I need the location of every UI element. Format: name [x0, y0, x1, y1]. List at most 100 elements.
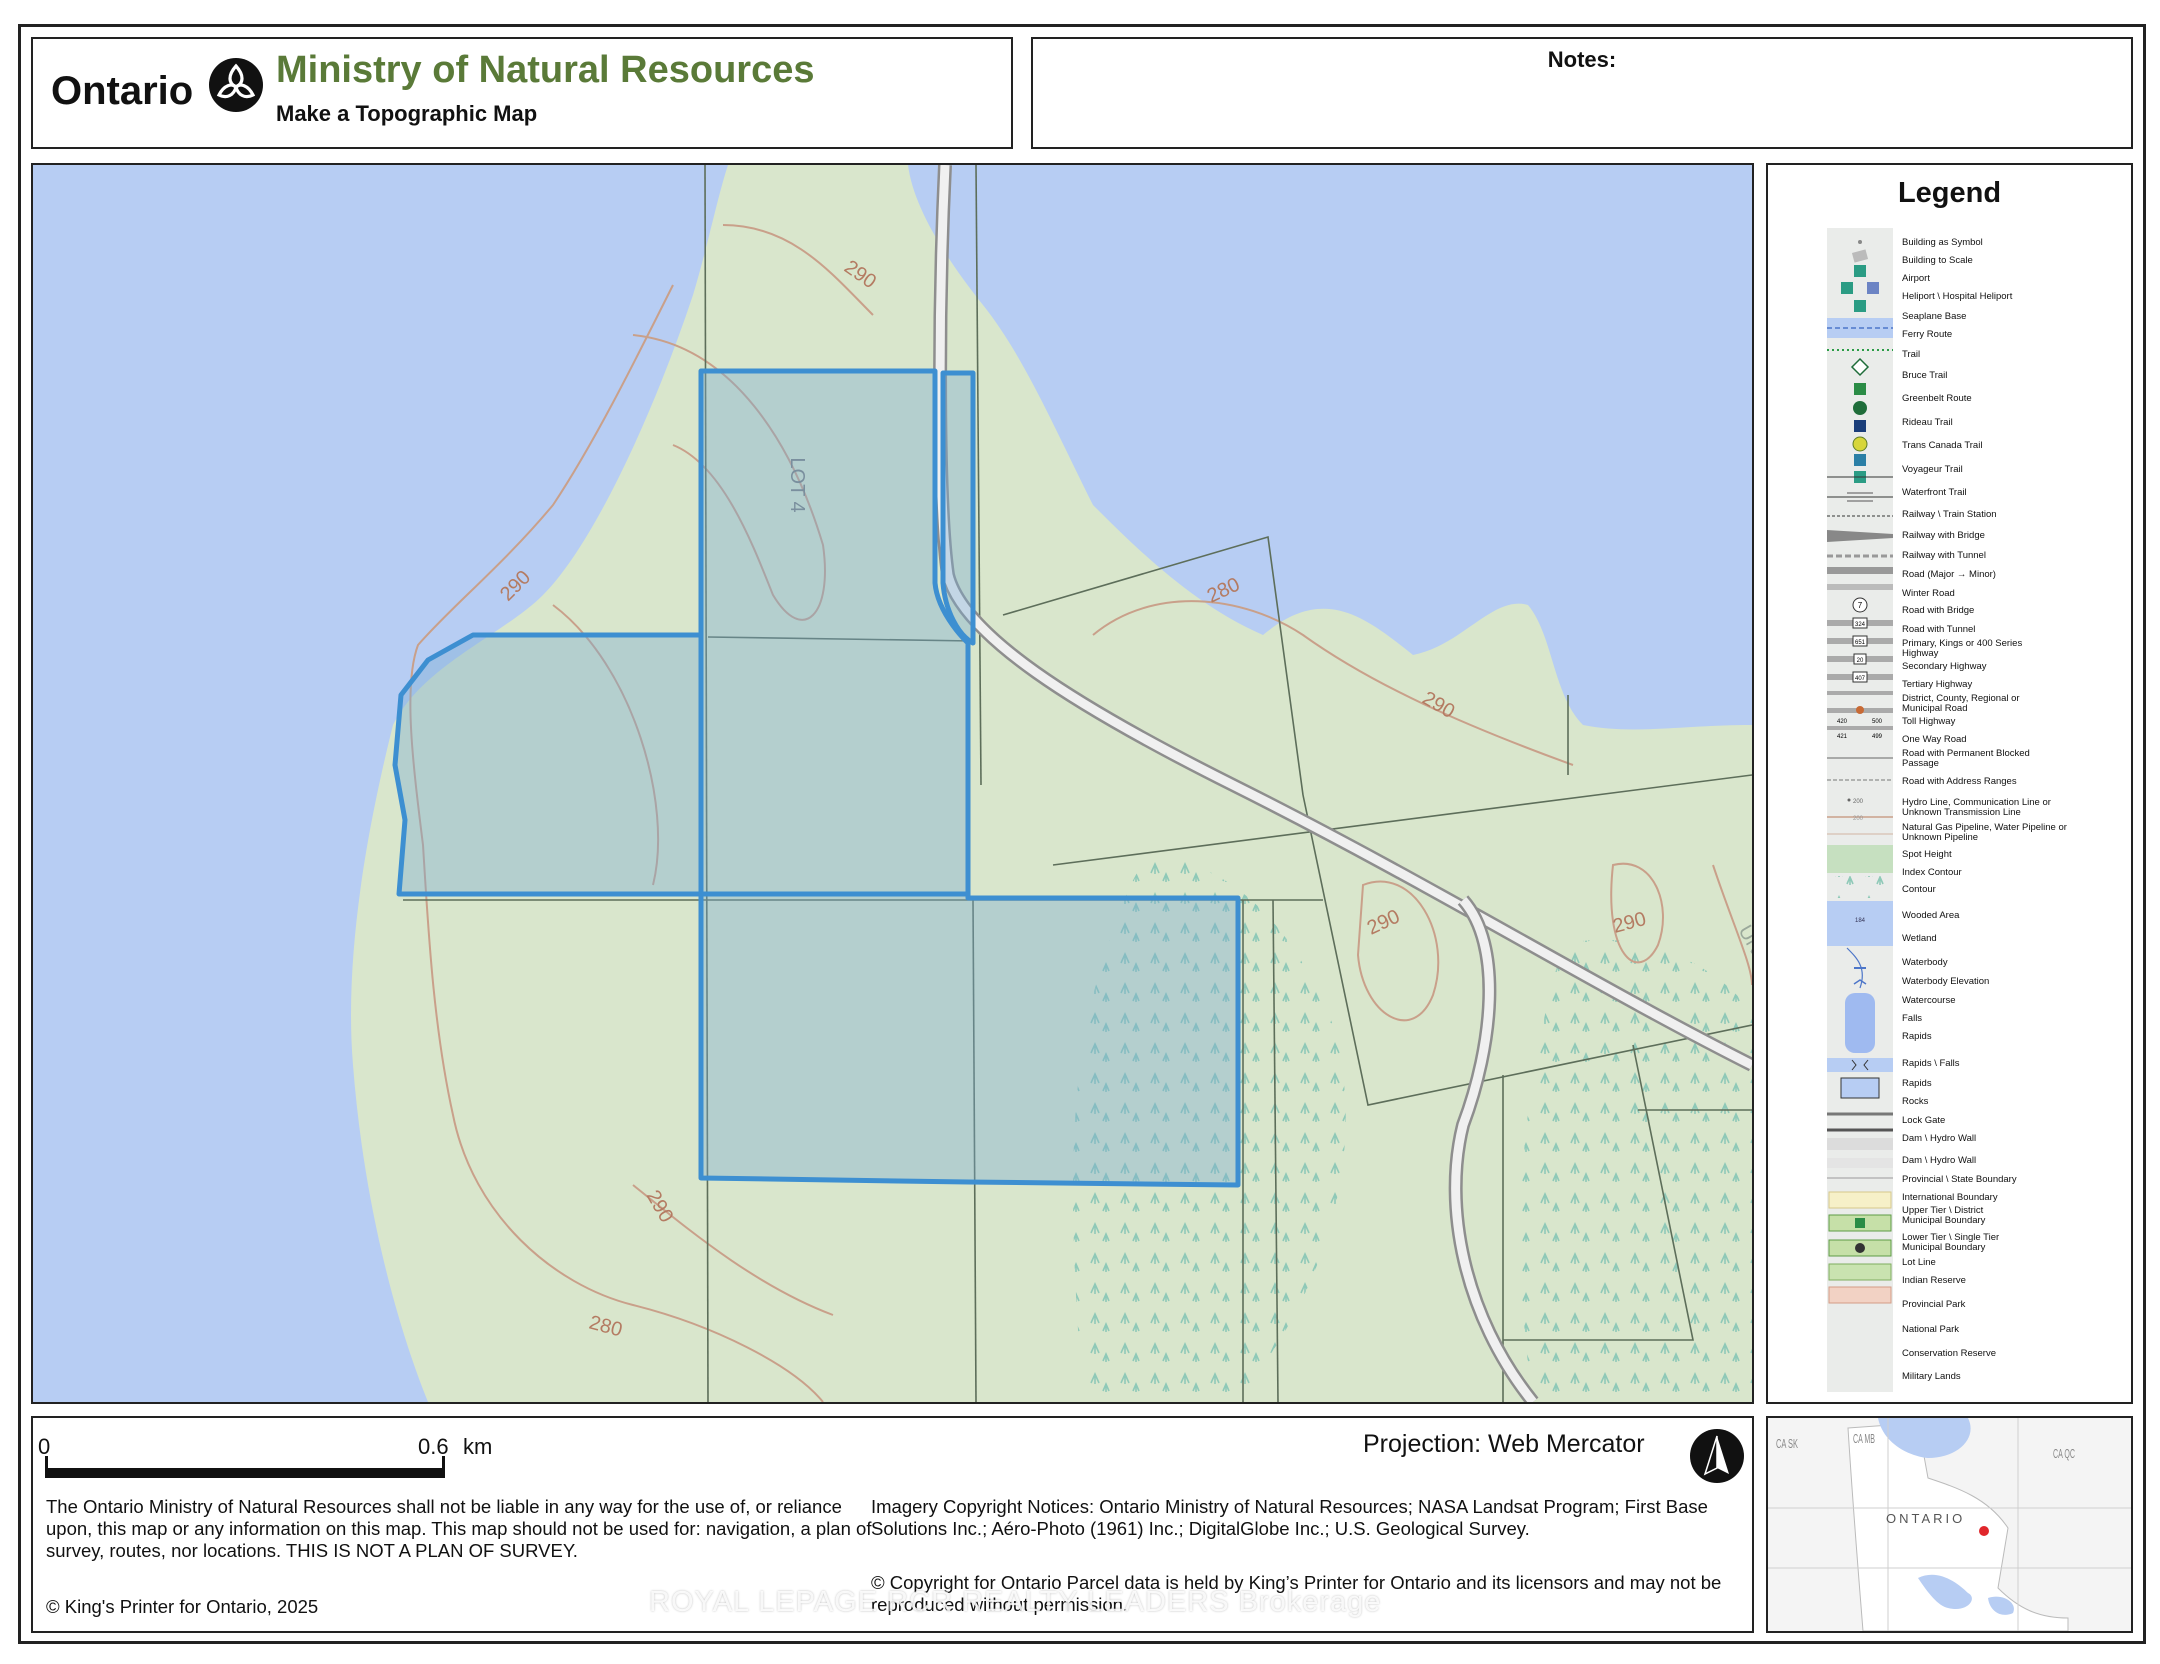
wetland-swatch — [1827, 876, 1893, 898]
legend-item: Airport — [1902, 273, 1930, 284]
legend-item: Railway with Bridge — [1902, 530, 1985, 541]
legend-item: Lot Line — [1902, 1257, 1936, 1268]
legend-item: Spot Height — [1902, 849, 1952, 860]
legend-item: Trail — [1902, 349, 1921, 360]
legend-item: Road with Tunnel — [1902, 624, 1976, 635]
indian-reserve-swatch — [1828, 1191, 1892, 1209]
voyageur-trail-icon — [1852, 436, 1868, 452]
legend-item: Rocks — [1902, 1096, 1929, 1107]
legend-item: Road (Major → Minor) — [1902, 569, 1996, 580]
legend-item: Winter Road — [1902, 588, 1955, 599]
legend-item: Secondary Highway — [1902, 661, 1987, 672]
legend-item: Provincial Park — [1902, 1299, 1966, 1310]
legend-item: Rideau Trail — [1902, 417, 1953, 428]
legend-item: Natural Gas Pipeline, Water Pipeline or … — [1902, 822, 2067, 843]
inset-label: CA MB — [1853, 1431, 1875, 1446]
upper-tier-boundary-swatch — [1827, 1138, 1893, 1150]
hospital-heliport-icon — [1867, 282, 1879, 294]
brokerage-watermark: ROYAL LEPAGE RCR REALTY LEADERS Brokerag… — [649, 1586, 1382, 1618]
legend-item: Upper Tier \ District Municipal Boundary — [1902, 1205, 1986, 1226]
location-marker-icon — [1979, 1526, 1989, 1536]
topographic-map[interactable]: 290 290 280 290 290 290 290 280 LOT 4 UN… — [33, 165, 1752, 1402]
scale-bar — [45, 1468, 445, 1478]
legend-item: Contour — [1902, 884, 1936, 895]
legend-item: Military Lands — [1902, 1371, 1961, 1382]
legend-item: National Park — [1902, 1324, 1960, 1335]
road-bridge-swatch — [1827, 567, 1893, 574]
north-arrow-icon — [1690, 1429, 1744, 1483]
svg-text:200: 200 — [1853, 816, 1864, 822]
locator-inset-map[interactable]: CA SK CA MB CA QC ONTARIO — [1766, 1416, 2133, 1633]
greenbelt-route-icon — [1854, 383, 1866, 395]
legend-item: Building as Symbol — [1902, 237, 1983, 248]
legend-item: Wooded Area — [1902, 910, 1960, 921]
legend-item: Waterbody — [1902, 957, 1948, 968]
legend-item: District, County, Regional or Municipal … — [1902, 693, 2020, 714]
projection-label: Projection: Web Mercator — [1363, 1430, 1645, 1458]
locator-map: CA SK CA MB CA QC ONTARIO — [1768, 1418, 2131, 1631]
legend-item: Road with Bridge — [1902, 605, 1975, 616]
dam-icon — [1840, 1077, 1880, 1099]
legend-item: Waterbody Elevation — [1902, 976, 1990, 987]
legend-item: Lock Gate — [1902, 1115, 1946, 1126]
inset-label: CA SK — [1776, 1436, 1798, 1451]
legend-item: Trans Canada Trail — [1902, 440, 1983, 451]
svg-text:200: 200 — [1853, 799, 1864, 805]
building-symbol-icon — [1858, 240, 1862, 244]
road-tunnel-swatch — [1827, 584, 1893, 590]
legend-item: International Boundary — [1902, 1192, 1998, 1203]
legend-item: Dam \ Hydro Wall — [1902, 1155, 1977, 1166]
legend-item: Dam \ Hydro Wall — [1902, 1133, 1977, 1144]
ministry-title: Ministry of Natural Resources — [276, 49, 815, 91]
svg-text:499: 499 — [1872, 734, 1883, 740]
rapids-falls-swatch — [1845, 993, 1875, 1053]
legend-item: Rapids — [1902, 1031, 1932, 1042]
rapids-icon — [1853, 979, 1867, 985]
svg-text:184: 184 — [1855, 918, 1866, 924]
legend-item: Indian Reserve — [1902, 1275, 1966, 1286]
legend-item: Road with Address Ranges — [1902, 776, 2017, 787]
notes-label: Notes: — [1547, 47, 1617, 72]
lower-tier-boundary-swatch — [1827, 1158, 1893, 1168]
seaplane-base-icon — [1854, 300, 1866, 312]
legend-item: Heliport \ Hospital Heliport — [1902, 291, 2013, 302]
legend-item: Ferry Route — [1902, 329, 1953, 340]
svg-text:421: 421 — [1837, 734, 1848, 740]
svg-text:407: 407 — [1855, 676, 1866, 682]
map-footer: 0 0.6 km Projection: Web Mercator The On… — [31, 1416, 1754, 1633]
wooded-area-swatch — [1827, 845, 1893, 873]
scale-unit-label: km — [463, 1434, 493, 1459]
svg-text:324: 324 — [1855, 622, 1866, 628]
bruce-trail-icon — [1850, 357, 1870, 377]
svg-text:420: 420 — [1837, 719, 1848, 725]
legend-item: Falls — [1902, 1013, 1923, 1024]
liability-disclaimer: The Ontario Ministry of Natural Resource… — [46, 1496, 872, 1561]
building-scale-icon — [1851, 249, 1869, 263]
svg-text:651: 651 — [1855, 640, 1866, 646]
legend-item: Railway \ Train Station — [1902, 509, 1997, 520]
inset-label: CA QC — [2053, 1446, 2075, 1461]
legend-item: Rapids — [1902, 1078, 1932, 1089]
road-major-minor-swatch — [1827, 530, 1893, 542]
legend-item: One Way Road — [1902, 734, 1967, 745]
legend-item: Waterfront Trail — [1902, 487, 1967, 498]
legend-item: Wetland — [1902, 933, 1937, 944]
military-lands-swatch — [1828, 1286, 1892, 1304]
legend-symbols: 7 324 651 20 407 420 500 421 499 200 200… — [1827, 240, 1893, 1304]
rideau-trail-icon — [1853, 401, 1867, 415]
legend-item: Hydro Line, Communication Line or Unknow… — [1902, 797, 2051, 818]
lock-gate-swatch — [1827, 1058, 1893, 1072]
title-block: Ontario Ministry of Natural Resources Ma… — [31, 37, 1013, 149]
heliport-icon — [1841, 282, 1853, 294]
map-frame[interactable]: 290 290 280 290 290 290 290 280 LOT 4 UN… — [31, 163, 1754, 1404]
legend-item: Conservation Reserve — [1902, 1348, 1996, 1359]
inset-label: ONTARIO — [1886, 1511, 1965, 1526]
svg-text:500: 500 — [1872, 719, 1883, 725]
svg-text:20: 20 — [1857, 658, 1864, 664]
spot-height-icon — [1847, 798, 1851, 802]
legend-item: Railway with Tunnel — [1902, 550, 1986, 561]
legend-item: Building to Scale — [1902, 255, 1973, 266]
ontario-wordmark: Ontario — [51, 69, 194, 113]
svg-text:7: 7 — [1858, 601, 1863, 610]
conservation-reserve-swatch — [1828, 1263, 1892, 1281]
